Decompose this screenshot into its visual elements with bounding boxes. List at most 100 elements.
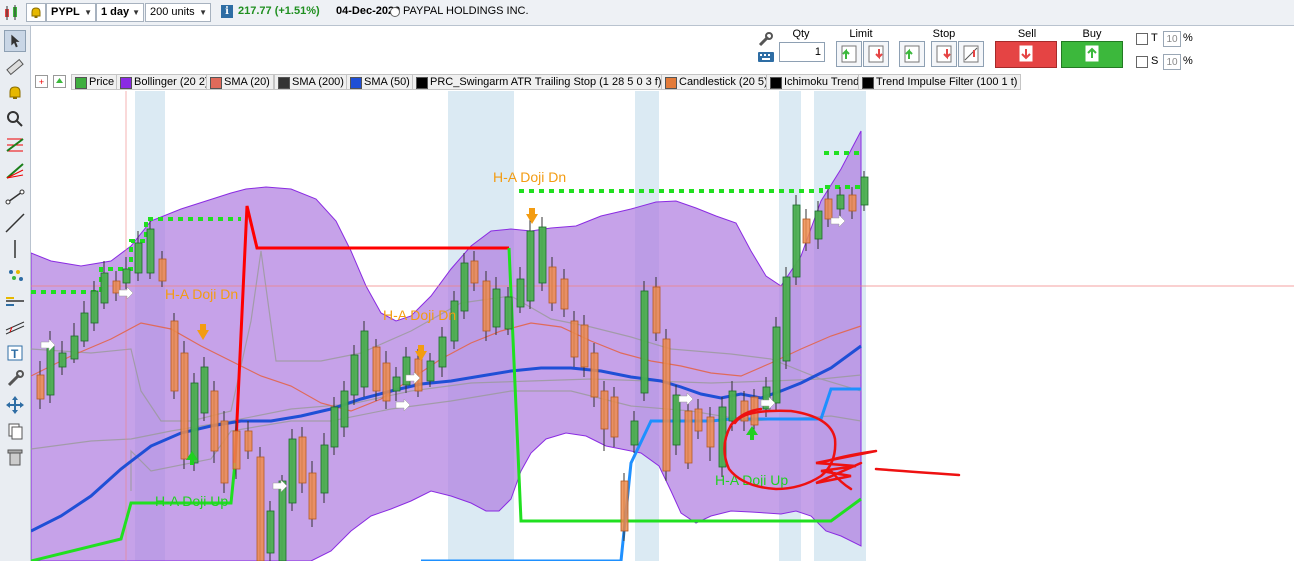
- fibonacci-icon[interactable]: [4, 134, 26, 156]
- remove-indicator-button[interactable]: +: [35, 75, 48, 88]
- candle-down: [548, 266, 557, 304]
- units-select[interactable]: 200 units ▼: [145, 3, 211, 22]
- keyboard-icon[interactable]: [757, 50, 775, 64]
- s-pct-sign: %: [1183, 55, 1193, 67]
- candle-up: [278, 480, 287, 561]
- tools-icon[interactable]: [4, 264, 26, 286]
- chart-type-icon[interactable]: [3, 4, 21, 22]
- legend-item-bollinger[interactable]: Bollinger (20 2): [116, 74, 213, 90]
- wrench-icon[interactable]: [4, 368, 26, 390]
- limit-sell-button[interactable]: [863, 41, 889, 67]
- s-percent-input[interactable]: 10: [1163, 54, 1181, 70]
- candle-up: [426, 360, 435, 382]
- stop-buy-button[interactable]: [899, 41, 925, 67]
- stop-sell-button[interactable]: [931, 41, 957, 67]
- timeframe-value: 1 day: [101, 6, 130, 18]
- candle-down: [382, 362, 391, 402]
- candle-down: [220, 420, 229, 484]
- alarm-button[interactable]: [26, 3, 46, 22]
- legend-item-sma20[interactable]: SMA (20): [206, 74, 274, 90]
- candle-down: [580, 324, 589, 368]
- indicator-legend: + Price Bollinger (20 2) SMA (20) SMA (2…: [31, 73, 1294, 91]
- candle-down: [256, 456, 265, 561]
- timeframe-select[interactable]: 1 day ▼: [96, 3, 144, 22]
- candle-down: [244, 430, 253, 452]
- candle-up: [288, 438, 297, 504]
- candle-up: [146, 228, 155, 274]
- candle-down: [298, 436, 307, 484]
- price-chart[interactable]: H-A Doji Dn H-A Doji Dn H-A Doji Dn H-A …: [31, 91, 1294, 561]
- zoom-icon[interactable]: [4, 108, 26, 130]
- candle-down: [36, 374, 45, 400]
- annotation-doji-dn-left: H-A Doji Dn: [165, 286, 238, 302]
- legend-swatch: [665, 77, 677, 89]
- candle-down: [372, 346, 381, 392]
- legend-item-sma50[interactable]: SMA (50): [346, 74, 414, 90]
- move-icon[interactable]: [4, 394, 26, 416]
- legend-label: SMA (20): [224, 76, 270, 88]
- candle-up: [492, 288, 501, 328]
- candle-down: [802, 218, 811, 244]
- fan-icon[interactable]: [4, 160, 26, 182]
- legend-item-swingarm[interactable]: PRC_Swingarm ATR Trailing Stop (1 28 5 0…: [412, 74, 666, 90]
- legend-item-candlestick[interactable]: Candlestick (20 5): [661, 74, 772, 90]
- sell-mkt-button[interactable]: [995, 41, 1057, 68]
- candle-up: [392, 376, 401, 392]
- top-toolbar: PYPL ▼ 1 day ▼ 200 units ▼ i 217.77 (+1.51%…: [0, 0, 1294, 26]
- s-checkbox[interactable]: [1136, 56, 1148, 68]
- legend-swatch: [770, 77, 782, 89]
- candle-down: [170, 320, 179, 392]
- text-icon[interactable]: T: [4, 342, 26, 364]
- cursor-icon[interactable]: [4, 30, 26, 52]
- t-checkbox[interactable]: [1136, 33, 1148, 45]
- alarm-bell-icon[interactable]: [4, 82, 26, 104]
- candle-down: [470, 260, 479, 284]
- add-indicator-button[interactable]: [53, 75, 66, 88]
- copy-icon[interactable]: [4, 420, 26, 442]
- annotation-doji-dn-top: H-A Doji Dn: [493, 169, 566, 185]
- units-value: 200 units: [150, 6, 195, 18]
- buy-mkt-button[interactable]: [1061, 41, 1123, 68]
- line-icon[interactable]: [4, 212, 26, 234]
- candle-up: [100, 272, 109, 304]
- candle-down: [662, 338, 671, 472]
- candle-up: [782, 276, 791, 362]
- t-percent-input[interactable]: 10: [1163, 31, 1181, 47]
- candle-down: [706, 416, 715, 448]
- ruler-icon[interactable]: [4, 56, 26, 78]
- candle-up: [538, 226, 547, 284]
- legend-item-ichimoku[interactable]: Ichimoku Trend: [766, 74, 864, 90]
- candle-down: [482, 280, 491, 332]
- candle-down: [210, 390, 219, 452]
- chevron-down-icon: ▼: [84, 8, 92, 17]
- symbol-select[interactable]: PYPL ▼: [46, 3, 96, 22]
- info-icon[interactable]: i: [221, 5, 233, 18]
- qty-input[interactable]: [779, 42, 825, 62]
- candle-up: [526, 230, 535, 302]
- candle-up: [792, 204, 801, 278]
- legend-swatch: [75, 77, 87, 89]
- legend-item-price[interactable]: Price: [71, 74, 119, 90]
- legend-item-trend-impulse[interactable]: Trend Impulse Filter (100 1 t): [858, 74, 1022, 90]
- candle-up: [836, 194, 845, 210]
- wrench-order-icon[interactable]: [757, 31, 775, 47]
- segment-icon[interactable]: [4, 186, 26, 208]
- legend-swatch: [278, 77, 290, 89]
- horizontal-line-icon[interactable]: [4, 290, 26, 312]
- stop-trail-button[interactable]: [958, 41, 984, 67]
- legend-swatch: [210, 77, 222, 89]
- s-label: S: [1151, 55, 1159, 67]
- legend-swatch: [862, 77, 874, 89]
- channel-icon[interactable]: [4, 316, 26, 338]
- candle-up: [640, 290, 649, 394]
- legend-label: SMA (50): [364, 76, 410, 88]
- candle-down: [620, 480, 629, 532]
- limit-buy-button[interactable]: [836, 41, 862, 67]
- vertical-line-icon[interactable]: [4, 238, 26, 260]
- legend-item-sma200[interactable]: SMA (200): [274, 74, 348, 90]
- trash-icon[interactable]: [4, 446, 26, 468]
- candle-up: [630, 420, 639, 446]
- candle-down: [180, 352, 189, 460]
- candle-up: [190, 382, 199, 464]
- candle-down: [590, 352, 599, 398]
